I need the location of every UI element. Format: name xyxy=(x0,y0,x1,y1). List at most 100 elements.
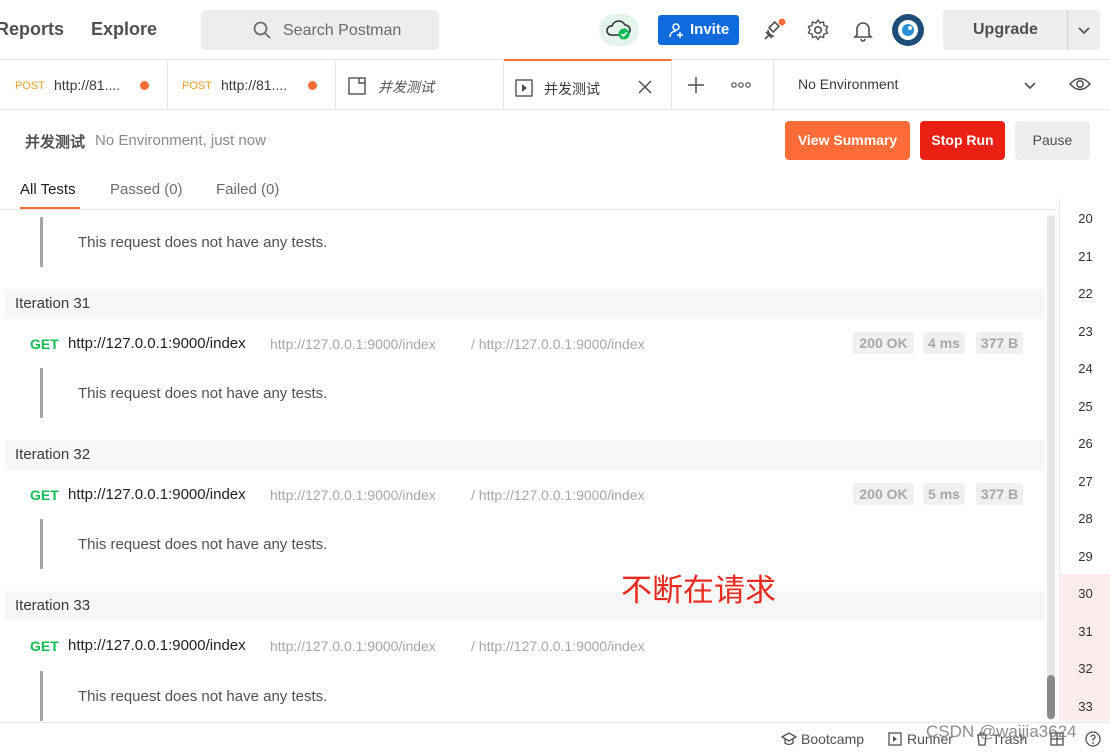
tab-bar: POST http://81.... POST http://81.... 并发… xyxy=(0,59,1110,110)
iteration-header: Iteration 31 xyxy=(5,289,1045,319)
help-icon[interactable] xyxy=(1085,731,1101,747)
request-url: http://127.0.0.1:9000/index xyxy=(68,637,246,654)
eye-icon[interactable] xyxy=(1069,74,1091,94)
runner-icon xyxy=(888,732,902,746)
upgrade-button[interactable]: Upgrade xyxy=(943,10,1100,50)
request-url: http://127.0.0.1:9000/index xyxy=(68,335,246,352)
view-summary-button[interactable]: View Summary xyxy=(785,121,910,160)
pause-label: Pause xyxy=(1032,132,1073,148)
unsaved-dot xyxy=(140,81,149,90)
environment-select[interactable]: No Environment xyxy=(773,60,1110,110)
annotation-text: 不断在请求 xyxy=(621,573,776,608)
environment-label: No Environment xyxy=(798,76,899,92)
line-number: 20 xyxy=(1078,211,1093,226)
request-url: http://127.0.0.1:9000/index xyxy=(68,486,246,503)
request-row[interactable]: GET http://127.0.0.1:9000/index http://1… xyxy=(5,329,1045,359)
line-number: 25 xyxy=(1078,398,1093,414)
test-message: This request does not have any tests. xyxy=(78,234,328,251)
time-badge: 4 ms xyxy=(923,332,965,354)
line-number: 31 xyxy=(1060,611,1110,649)
run-meta: No Environment, just now xyxy=(95,132,266,149)
test-message: This request does not have any tests. xyxy=(78,385,328,402)
avatar-icon xyxy=(898,20,918,40)
request-path: / http://127.0.0.1:9000/index xyxy=(471,487,645,503)
request-resolved-url: http://127.0.0.1:9000/index xyxy=(270,336,436,352)
request-resolved-url: http://127.0.0.1:9000/index xyxy=(270,638,436,654)
iteration-header: Iteration 33 xyxy=(5,591,1045,621)
tab-label: 并发测试 xyxy=(378,79,434,95)
size-badge: 377 B xyxy=(976,332,1023,354)
status-badge: 200 OK xyxy=(853,332,914,354)
test-indent-bar xyxy=(40,217,43,267)
tab-all-tests[interactable]: All Tests xyxy=(20,181,76,198)
line-number: 33 xyxy=(1060,686,1110,721)
line-number: 29 xyxy=(1078,548,1093,564)
line-number: 24 xyxy=(1078,361,1093,376)
sync-status-button[interactable] xyxy=(599,14,639,46)
line-number: 22 xyxy=(1078,286,1093,301)
results-list[interactable]: This request does not have any tests. It… xyxy=(5,211,1045,721)
iteration-title: Iteration 32 xyxy=(15,446,91,463)
chevron-down-icon[interactable] xyxy=(1077,23,1091,37)
bootcamp-link[interactable]: Bootcamp xyxy=(801,731,864,747)
tab-runner[interactable]: 并发测试 xyxy=(504,59,672,109)
tab-label: http://81.... xyxy=(54,77,121,93)
iteration-header: Iteration 32 xyxy=(5,440,1045,470)
top-bar: Reports Explore Search Postman Invite Up… xyxy=(0,0,1110,60)
pause-button[interactable]: Pause xyxy=(1015,121,1090,160)
tab-failed[interactable]: Failed (0) xyxy=(216,181,279,198)
test-message: This request does not have any tests. xyxy=(78,536,328,553)
satellite-icon[interactable] xyxy=(762,18,786,42)
close-icon[interactable] xyxy=(637,79,653,95)
bootcamp-icon xyxy=(781,732,797,746)
line-number: 21 xyxy=(1078,248,1093,264)
gear-icon[interactable] xyxy=(806,18,830,42)
upgrade-label: Upgrade xyxy=(973,21,1038,38)
add-user-icon xyxy=(669,23,683,38)
avatar[interactable] xyxy=(892,14,924,46)
line-number: 26 xyxy=(1078,436,1093,451)
unsaved-dot xyxy=(308,81,317,90)
tab-collection[interactable]: 并发测试 xyxy=(336,60,504,110)
tab-label: 并发测试 xyxy=(544,81,600,97)
request-method: GET xyxy=(30,336,59,352)
tab-passed[interactable]: Passed (0) xyxy=(110,181,183,198)
test-message: This request does not have any tests. xyxy=(78,688,328,705)
line-number: 23 xyxy=(1078,323,1093,339)
size-badge: 377 B xyxy=(976,483,1023,505)
stop-run-button[interactable]: Stop Run xyxy=(920,121,1005,160)
iteration-title: Iteration 33 xyxy=(15,597,91,614)
invite-button[interactable]: Invite xyxy=(658,15,739,45)
line-number: 28 xyxy=(1078,511,1093,526)
invite-label: Invite xyxy=(690,21,730,38)
runner-header: 并发测试 No Environment, just now View Summa… xyxy=(0,110,1110,210)
run-title: 并发测试 xyxy=(25,134,86,151)
document-icon xyxy=(348,77,366,95)
upgrade-divider xyxy=(1067,10,1068,50)
run-icon xyxy=(515,79,533,97)
request-method: GET xyxy=(30,638,59,654)
iteration-title: Iteration 31 xyxy=(15,295,91,312)
bell-icon[interactable] xyxy=(851,18,875,42)
nav-reports[interactable]: Reports xyxy=(0,19,64,40)
tab-request-1[interactable]: POST http://81.... xyxy=(0,60,168,110)
line-number: 27 xyxy=(1078,473,1093,489)
tab-method: POST xyxy=(15,80,45,92)
nav-explore[interactable]: Explore xyxy=(91,19,157,40)
test-indent-bar xyxy=(40,368,43,418)
search-placeholder: Search Postman xyxy=(283,22,402,39)
request-row[interactable]: GET http://127.0.0.1:9000/index http://1… xyxy=(5,480,1045,510)
request-resolved-url: http://127.0.0.1:9000/index xyxy=(270,487,436,503)
request-path: / http://127.0.0.1:9000/index xyxy=(471,336,645,352)
request-row[interactable]: GET http://127.0.0.1:9000/index http://1… xyxy=(5,631,1045,661)
search-input[interactable]: Search Postman xyxy=(201,10,439,50)
scrollbar-thumb[interactable] xyxy=(1047,675,1055,719)
watermark: CSDN @waijia3624 xyxy=(926,722,1077,741)
line-number: 30 xyxy=(1060,574,1110,612)
time-badge: 5 ms xyxy=(923,483,965,505)
plus-icon[interactable] xyxy=(686,75,706,95)
more-icon[interactable] xyxy=(731,81,751,89)
tab-request-2[interactable]: POST http://81.... xyxy=(168,60,336,110)
status-badge: 200 OK xyxy=(853,483,914,505)
request-path: / http://127.0.0.1:9000/index xyxy=(471,638,645,654)
